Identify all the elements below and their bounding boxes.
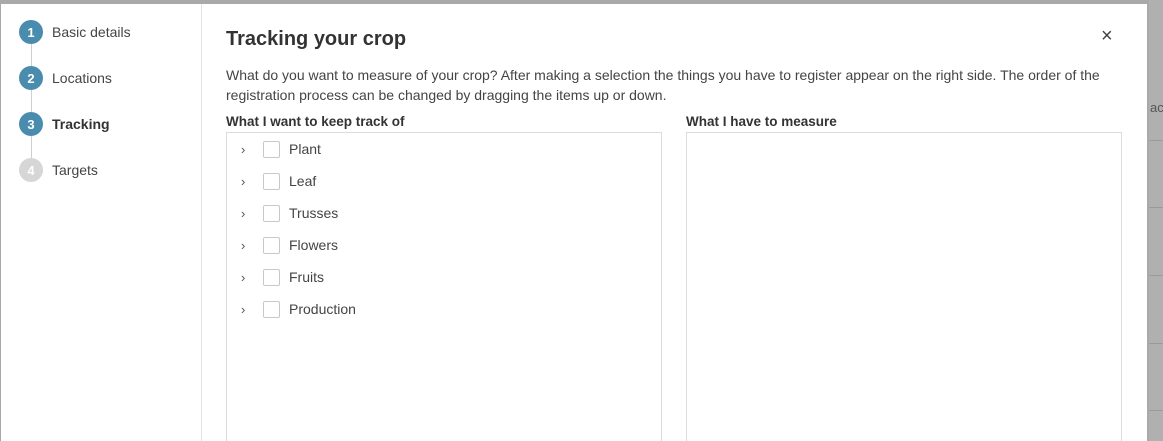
tree-item-label: Flowers <box>289 237 339 253</box>
modal-description: What do you want to measure of your crop… <box>226 67 1100 103</box>
chevron-right-icon[interactable]: › <box>241 270 261 285</box>
tree-item-production[interactable]: › Production <box>227 299 356 319</box>
step-label: Targets <box>52 162 98 178</box>
track-options-tree: › Plant › Leaf › Trusses › Flowers › Fru… <box>226 132 662 441</box>
step-label: Locations <box>52 70 112 86</box>
checkbox[interactable] <box>263 140 280 158</box>
tree-item-trusses[interactable]: › Trusses <box>227 203 338 223</box>
background-divider <box>1149 207 1163 208</box>
step-basic-details[interactable]: 1 Basic details <box>19 20 131 44</box>
chevron-right-icon[interactable]: › <box>241 142 261 157</box>
step-number: 4 <box>19 158 43 182</box>
tree-item-plant[interactable]: › Plant <box>227 139 321 159</box>
background-divider <box>1149 275 1163 276</box>
tree-item-flowers[interactable]: › Flowers <box>227 235 338 255</box>
background-divider <box>1149 343 1163 344</box>
background-page: act <box>1149 0 1163 441</box>
tree-item-leaf[interactable]: › Leaf <box>227 171 316 191</box>
right-panel-title: What I have to measure <box>686 114 837 129</box>
step-connector-line <box>31 42 32 170</box>
step-tracking[interactable]: 3 Tracking <box>19 112 110 136</box>
step-number: 2 <box>19 66 43 90</box>
checkbox[interactable] <box>263 236 280 254</box>
background-divider <box>1149 410 1163 411</box>
close-icon[interactable]: × <box>1101 26 1113 46</box>
left-panel-title: What I want to keep track of <box>226 114 405 129</box>
chevron-right-icon[interactable]: › <box>241 206 261 221</box>
step-number: 3 <box>19 112 43 136</box>
step-number: 1 <box>19 20 43 44</box>
modal-title: Tracking your crop <box>226 28 407 50</box>
measure-list-dropzone[interactable] <box>686 132 1122 441</box>
checkbox[interactable] <box>263 268 280 286</box>
chevron-right-icon[interactable]: › <box>241 174 261 189</box>
chevron-right-icon[interactable]: › <box>241 238 261 253</box>
checkbox[interactable] <box>263 172 280 190</box>
modal-content: Tracking your crop × What do you want to… <box>226 4 1147 441</box>
step-locations[interactable]: 2 Locations <box>19 66 112 90</box>
chevron-right-icon[interactable]: › <box>241 302 261 317</box>
background-divider <box>1149 140 1163 141</box>
step-label: Tracking <box>52 116 110 132</box>
wizard-steps: 1 Basic details 2 Locations 3 Tracking 4… <box>1 4 202 441</box>
tree-item-label: Production <box>289 301 356 317</box>
tree-item-label: Leaf <box>289 173 317 189</box>
tree-item-fruits[interactable]: › Fruits <box>227 267 324 287</box>
tree-item-label: Trusses <box>289 205 339 221</box>
step-targets[interactable]: 4 Targets <box>19 158 98 182</box>
background-cut-text: act <box>1150 100 1163 115</box>
step-label: Basic details <box>52 24 131 40</box>
tree-item-label: Plant <box>289 141 321 157</box>
checkbox[interactable] <box>263 300 280 318</box>
checkbox[interactable] <box>263 204 280 222</box>
tracking-modal: 1 Basic details 2 Locations 3 Tracking 4… <box>1 4 1147 441</box>
tree-item-label: Fruits <box>289 269 324 285</box>
